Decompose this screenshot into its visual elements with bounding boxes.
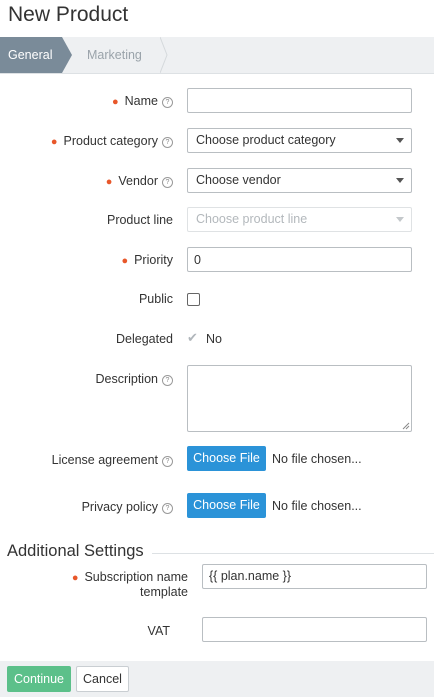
step-separator-icon	[160, 37, 168, 73]
privacy-file-status: No file chosen...	[272, 499, 362, 513]
vendor-select[interactable]: Choose vendor	[187, 168, 412, 193]
page-title: New Product	[8, 3, 129, 26]
public-checkbox[interactable]	[187, 293, 200, 306]
help-icon[interactable]: ?	[162, 177, 173, 188]
resize-grip-icon[interactable]	[402, 422, 410, 430]
description-textarea[interactable]	[187, 365, 412, 432]
help-icon[interactable]: ?	[162, 375, 173, 386]
category-select[interactable]: Choose product category	[187, 128, 412, 153]
required-marker-icon: ●	[71, 572, 79, 584]
vat-label: VAT	[147, 624, 170, 638]
help-icon[interactable]: ?	[162, 97, 173, 108]
product-line-label: Product line	[106, 213, 173, 227]
continue-button[interactable]: Continue	[7, 666, 71, 692]
help-icon[interactable]: ?	[162, 456, 173, 467]
license-label: License agreement?	[52, 453, 173, 467]
license-file-status: No file chosen...	[272, 452, 362, 466]
vendor-label: ● Vendor?	[106, 174, 173, 188]
caret-down-icon	[396, 217, 404, 222]
required-marker-icon: ●	[105, 176, 113, 188]
required-marker-icon: ●	[50, 136, 58, 148]
product-line-select: Choose product line	[187, 207, 412, 232]
name-label: ● Name?	[112, 94, 173, 108]
priority-input[interactable]	[187, 247, 412, 272]
caret-down-icon	[396, 138, 404, 143]
delegated-label: Delegated	[116, 332, 173, 346]
name-input[interactable]	[187, 88, 412, 113]
priority-label: ● Priority	[121, 253, 173, 267]
cancel-button[interactable]: Cancel	[76, 666, 129, 692]
required-marker-icon: ●	[112, 96, 119, 108]
delegated-value: No	[206, 332, 222, 346]
privacy-label: Privacy policy?	[82, 500, 173, 514]
public-label: Public	[138, 292, 173, 306]
footer-bar: Continue Cancel	[0, 661, 434, 697]
subscription-template-input[interactable]: {{ plan.name }}	[202, 564, 427, 589]
wizard-steps: General Marketing	[0, 37, 434, 74]
subscription-label: ● Subscription name template	[71, 570, 188, 599]
required-marker-icon: ●	[121, 255, 129, 267]
section-divider	[152, 553, 434, 554]
vat-input[interactable]	[202, 617, 427, 642]
license-choose-file-button[interactable]: Choose File	[187, 446, 266, 471]
wizard-step-marketing-label: Marketing	[87, 48, 142, 62]
section-title: Additional Settings	[7, 542, 144, 560]
description-label: Description?	[95, 372, 173, 386]
wizard-step-general[interactable]: General	[0, 37, 72, 73]
help-icon[interactable]: ?	[162, 503, 173, 514]
wizard-step-marketing[interactable]: Marketing	[72, 37, 168, 73]
help-icon[interactable]: ?	[162, 137, 173, 148]
privacy-choose-file-button[interactable]: Choose File	[187, 493, 266, 518]
check-icon: ✔	[187, 330, 198, 345]
caret-down-icon	[396, 178, 404, 183]
category-label: ● Product category?	[51, 134, 173, 148]
